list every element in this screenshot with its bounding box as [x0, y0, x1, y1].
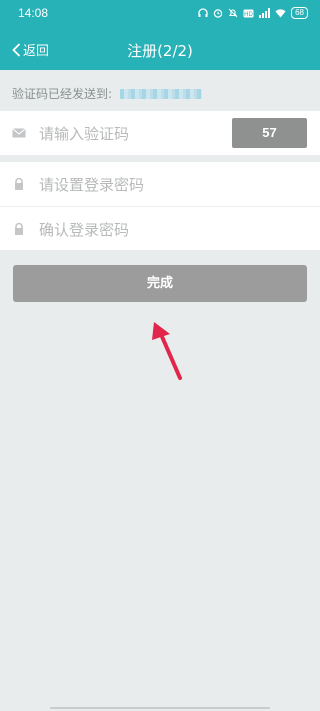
envelope-icon [12, 128, 26, 138]
password-input[interactable]: 请设置登录密码 [39, 174, 144, 195]
alarm-icon [213, 9, 223, 18]
red-arrow-annotation [152, 322, 182, 380]
masked-phone-number [120, 88, 203, 99]
hd-icon: HD [243, 9, 254, 18]
status-icons: HD 68 [198, 7, 308, 19]
battery-icon: 68 [291, 7, 308, 19]
headphones-icon [198, 8, 208, 17]
status-time: 14:08 [18, 6, 49, 20]
verification-code-input[interactable]: 请输入验证码 [39, 123, 129, 144]
confirm-password-row[interactable]: 确认登录密码 [0, 206, 320, 250]
password-row[interactable]: 请设置登录密码 [0, 162, 320, 206]
home-indicator [50, 707, 270, 709]
resend-countdown-button[interactable]: 57 [232, 118, 307, 148]
lock-icon [15, 222, 23, 235]
confirm-password-input[interactable]: 确认登录密码 [39, 219, 129, 240]
page-title: 注册(2/2) [127, 42, 193, 60]
submit-button[interactable]: 完成 [13, 265, 307, 302]
bell-off-icon [228, 8, 238, 18]
code-sent-notice: 验证码已经发送到: [12, 85, 203, 102]
svg-text:HD: HD [244, 12, 253, 18]
code-sent-label: 验证码已经发送到: [12, 87, 113, 101]
nav-bar: 返回 注册(2/2) [0, 28, 320, 70]
lock-icon [15, 177, 23, 190]
signal-icon [259, 8, 271, 18]
password-group: 请设置登录密码 确认登录密码 [0, 162, 320, 250]
wifi-icon [275, 9, 286, 18]
status-bar: 14:08 HD 68 [0, 0, 320, 28]
